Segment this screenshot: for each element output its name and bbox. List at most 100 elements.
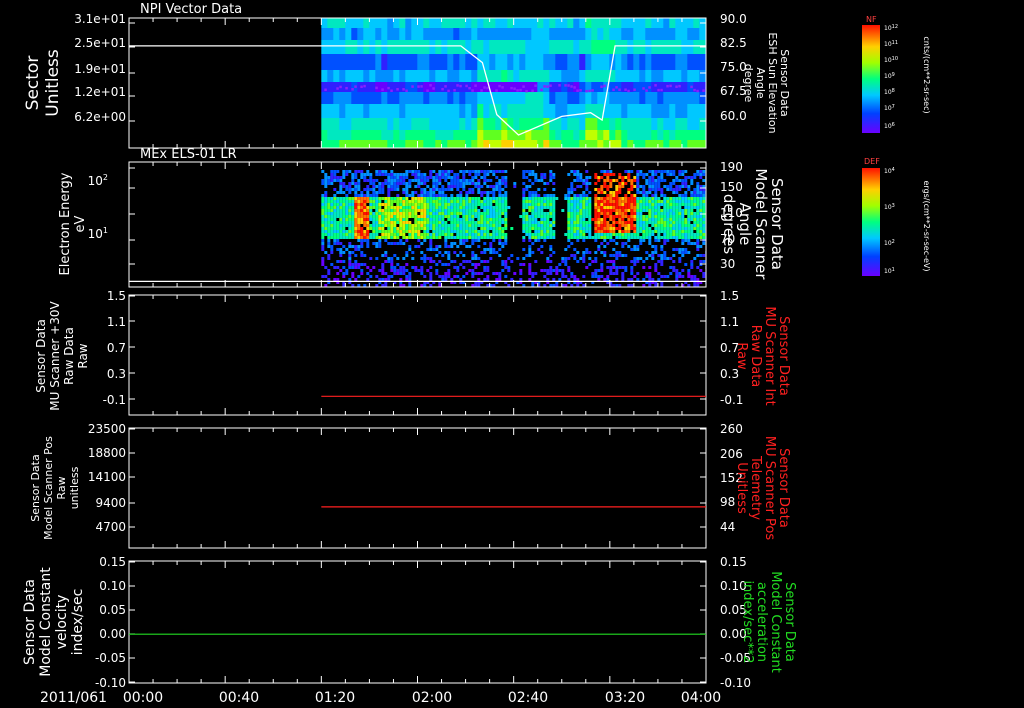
- spectrogram-cell: [531, 275, 535, 278]
- spectrogram-cell: [456, 215, 460, 218]
- spectrogram-cell: [387, 191, 391, 194]
- spectrogram-cell: [390, 242, 394, 245]
- spectrogram-cell: [663, 203, 667, 206]
- spectrogram-cell: [492, 206, 496, 209]
- spectrogram-cell: [639, 257, 643, 260]
- spectrogram-cell: [483, 176, 487, 179]
- spectrogram-cell: [474, 197, 478, 200]
- colorbar2-label: ergs/(cm**2-sr-sec-eV): [922, 180, 931, 271]
- spectrogram-cell: [327, 224, 331, 227]
- spectrogram-cell: [378, 236, 382, 239]
- spectrogram-cell: [531, 218, 535, 221]
- spectrogram-cell: [474, 185, 478, 188]
- spectrogram-cell: [594, 206, 598, 209]
- spectrogram-cell: [579, 212, 583, 215]
- spectrogram-cell: [531, 40, 538, 54]
- spectrogram-cell: [603, 118, 610, 130]
- spectrogram-cell: [345, 140, 352, 148]
- spectrogram-cell: [534, 218, 538, 221]
- spectrogram-cell: [372, 182, 376, 185]
- panel4-ytick-left: 14100: [88, 470, 126, 484]
- spectrogram-cell: [663, 230, 667, 233]
- spectrogram-cell: [567, 84, 570, 87]
- spectrogram-cell: [399, 70, 406, 82]
- spectrogram-cell: [525, 89, 528, 93]
- spectrogram-cell: [522, 248, 526, 251]
- spectrogram-cell: [639, 218, 643, 221]
- spectrogram-cell: [393, 224, 397, 227]
- spectrogram-cell: [360, 176, 364, 179]
- spectrogram-cell: [546, 224, 550, 227]
- spectrogram-cell: [399, 224, 403, 227]
- spectrogram-cell: [639, 130, 646, 140]
- spectrogram-cell: [417, 173, 421, 176]
- spectrogram-cell: [366, 194, 370, 197]
- spectrogram-cell: [672, 212, 676, 215]
- spectrogram-cell: [417, 176, 421, 179]
- spectrogram-cell: [633, 92, 640, 104]
- spectrogram-cell: [603, 182, 607, 185]
- spectrogram-cell: [357, 188, 361, 191]
- spectrogram-cell: [435, 269, 439, 272]
- spectrogram-cell: [432, 176, 436, 179]
- spectrogram-cell: [630, 170, 634, 173]
- spectrogram-cell: [345, 212, 349, 215]
- spectrogram-cell: [483, 118, 490, 130]
- spectrogram-cell: [621, 203, 625, 206]
- spectrogram-cell: [624, 182, 628, 185]
- spectrogram-cell: [528, 173, 532, 176]
- spectrogram-cell: [477, 191, 481, 194]
- spectrogram-cell: [429, 200, 433, 203]
- spectrogram-cell: [363, 188, 367, 191]
- spectrogram-cell: [666, 173, 670, 176]
- spectrogram-cell: [417, 54, 424, 70]
- spectrogram-cell: [669, 233, 673, 236]
- spectrogram-cell: [342, 206, 346, 209]
- spectrogram-cell: [681, 230, 685, 233]
- spectrogram-cell: [393, 218, 397, 221]
- spectrogram-cell: [354, 266, 358, 269]
- spectrogram-cell: [330, 263, 334, 266]
- spectrogram-cell: [480, 215, 484, 218]
- spectrogram-cell: [582, 191, 586, 194]
- spectrogram-cell: [468, 230, 472, 233]
- spectrogram-cell: [504, 212, 508, 215]
- spectrogram-cell: [609, 212, 613, 215]
- spectrogram-cell: [372, 224, 376, 227]
- spectrogram-cell: [420, 176, 424, 179]
- spectrogram-cell: [588, 197, 592, 200]
- spectrogram-cell: [567, 278, 571, 281]
- spectrogram-cell: [408, 224, 412, 227]
- spectrogram-cell: [444, 176, 448, 179]
- spectrogram-cell: [372, 200, 376, 203]
- spectrogram-cell: [513, 140, 520, 148]
- spectrogram-cell: [357, 215, 361, 218]
- spectrogram-cell: [618, 233, 622, 236]
- spectrogram-cell: [570, 200, 574, 203]
- spectrogram-cell: [363, 197, 367, 200]
- spectrogram-cell: [534, 203, 538, 206]
- spectrogram-cell: [438, 227, 442, 230]
- spectrogram-cell: [666, 221, 670, 224]
- spectrogram-cell: [627, 233, 631, 236]
- spectrogram-cell: [459, 200, 463, 203]
- spectrogram-cell: [369, 140, 376, 148]
- spectrogram-cell: [405, 278, 409, 281]
- spectrogram-cell: [360, 245, 364, 248]
- spectrogram-cell: [579, 230, 583, 233]
- spectrogram-cell: [417, 221, 421, 224]
- spectrogram-cell: [594, 215, 598, 218]
- spectrogram-cell: [360, 212, 364, 215]
- spectrogram-cell: [405, 200, 409, 203]
- spectrogram-cell: [333, 92, 340, 104]
- spectrogram-cell: [417, 224, 421, 227]
- spectrogram-cell: [555, 130, 562, 140]
- spectrogram-cell: [324, 221, 328, 224]
- spectrogram-cell: [342, 203, 346, 206]
- spectrogram-cell: [576, 206, 580, 209]
- spectrogram-cell: [393, 200, 397, 203]
- spectrogram-cell: [618, 182, 622, 185]
- spectrogram-cell: [522, 224, 526, 227]
- spectrogram-cell: [447, 188, 451, 191]
- spectrogram-cell: [588, 233, 592, 236]
